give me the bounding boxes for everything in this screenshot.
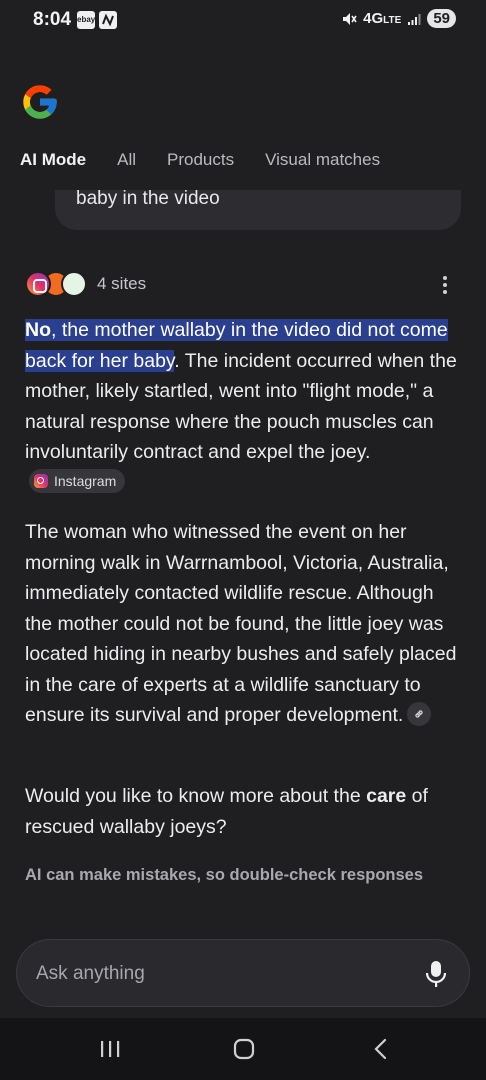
google-logo-icon[interactable] <box>20 82 60 122</box>
status-bar: 8:04 ebay 4GLTE 59 <box>0 0 486 42</box>
ask-placeholder: Ask anything <box>36 963 145 984</box>
link-icon <box>415 710 423 718</box>
ask-input[interactable]: Ask anything <box>16 939 470 1007</box>
app-notification-icon <box>99 11 117 29</box>
tab-visual-matches[interactable]: Visual matches <box>265 150 380 170</box>
home-icon[interactable] <box>229 1036 259 1062</box>
answer-paragraph-1: No, the mother wallaby in the video did … <box>25 315 465 498</box>
tab-products[interactable]: Products <box>167 150 234 170</box>
tab-ai-mode[interactable]: AI Mode <box>20 150 86 170</box>
battery-icon: 59 <box>427 9 456 28</box>
ebay-icon: ebay <box>77 11 95 29</box>
sources-count: 4 sites <box>97 274 147 293</box>
link-citation-chip[interactable] <box>407 701 432 726</box>
instagram-source-icon <box>25 271 51 297</box>
back-icon[interactable] <box>366 1036 396 1062</box>
status-time: 8:04 <box>33 9 72 30</box>
mute-icon <box>343 12 357 25</box>
more-options-icon[interactable] <box>440 276 450 294</box>
search-tabs: AI Mode All Products Visual matches <box>20 150 411 170</box>
recent-apps-icon[interactable] <box>95 1036 125 1062</box>
source-icon-3 <box>61 271 87 297</box>
instagram-icon <box>34 474 48 489</box>
mic-icon[interactable] <box>425 960 447 988</box>
answer-paragraph-2: The woman who witnessed the event on her… <box>25 521 457 726</box>
system-nav-bar <box>0 1018 486 1080</box>
signal-icon <box>408 13 421 25</box>
answer-paragraph-3: Would you like to know more about the ca… <box>25 785 428 838</box>
screen: 8:04 ebay 4GLTE 59 baby in the video AI … <box>0 0 486 1080</box>
user-query-text: baby in the video <box>76 188 220 209</box>
ai-disclaimer: AI can make mistakes, so double-check re… <box>25 866 424 884</box>
status-right: 4GLTE 59 <box>341 9 456 28</box>
sources-row[interactable]: 4 sites <box>25 270 146 298</box>
network-label: 4GLTE <box>363 10 402 27</box>
instagram-citation-chip[interactable]: Instagram <box>29 469 126 494</box>
tab-all[interactable]: All <box>117 150 136 170</box>
